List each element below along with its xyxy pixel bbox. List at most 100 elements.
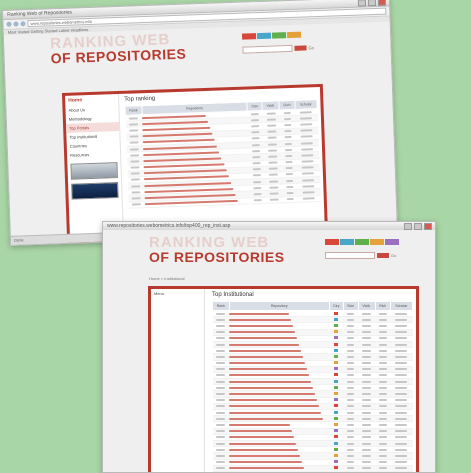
cell-value-placeholder	[362, 417, 372, 420]
repository-link[interactable]	[229, 465, 330, 472]
cell-value-placeholder	[131, 166, 140, 169]
flag-icon	[334, 416, 339, 420]
search-button[interactable]	[294, 45, 307, 51]
ranking-table: Rank Repository Ctry Size Visib. Rich Sc…	[212, 301, 414, 472]
table-cell	[343, 465, 358, 472]
search-button[interactable]	[377, 253, 389, 258]
cell-value-placeholder	[267, 136, 277, 140]
page-content: RANKING WEB OF REPOSITORIES Go Home > In…	[103, 230, 435, 472]
cell-value-placeholder	[362, 374, 372, 377]
cell-value-placeholder	[285, 167, 294, 170]
sidebar-item-resources[interactable]: Resources	[67, 149, 120, 160]
cell-value-placeholder	[346, 393, 355, 396]
col-country[interactable]: Ctry	[328, 301, 344, 311]
nav-tab[interactable]	[370, 239, 384, 245]
col-visibility[interactable]: Visib.	[357, 301, 376, 311]
breadcrumb[interactable]: Home > Institutional	[149, 276, 184, 281]
site-logo[interactable]: RANKING WEB OF REPOSITORIES	[149, 235, 285, 264]
cell-value-placeholder	[301, 154, 314, 157]
table-cell	[265, 196, 283, 204]
cell-value-placeholder	[395, 374, 408, 377]
cell-value-placeholder	[362, 368, 372, 371]
cell-value-placeholder	[378, 355, 387, 358]
nav-tab[interactable]	[355, 239, 369, 245]
cell-value-placeholder	[378, 331, 387, 334]
cell-value-placeholder	[252, 137, 260, 140]
nav-tab[interactable]	[241, 33, 257, 40]
cell-value-placeholder	[346, 386, 355, 389]
search-input[interactable]	[242, 44, 293, 54]
back-icon[interactable]	[6, 21, 12, 27]
maximize-button[interactable]	[367, 0, 377, 7]
reload-icon[interactable]	[20, 21, 26, 27]
table-cell	[297, 195, 321, 203]
window-controls[interactable]	[404, 223, 432, 230]
close-button[interactable]	[377, 0, 387, 6]
cell-value-placeholder	[346, 312, 355, 315]
cell-value-placeholder	[362, 411, 372, 414]
flag-icon	[334, 447, 339, 451]
col-scholar[interactable]: Scholar	[389, 301, 414, 311]
cell-value-placeholder	[302, 178, 315, 182]
cell-value-placeholder	[346, 405, 355, 408]
cell-value-placeholder	[346, 343, 355, 346]
flag-icon	[334, 398, 339, 402]
minimize-button[interactable]	[357, 0, 367, 7]
cell-value-placeholder	[362, 454, 372, 457]
cell-value-placeholder	[346, 399, 355, 402]
cell-value-placeholder	[216, 331, 226, 334]
cell-value-placeholder	[299, 110, 313, 114]
col-repository[interactable]: Repository	[228, 301, 330, 311]
nav-tab[interactable]	[271, 32, 287, 39]
cell-value-placeholder	[131, 172, 141, 175]
nav-tab[interactable]	[325, 239, 339, 245]
sidebar-menu-label[interactable]: Menu	[151, 289, 204, 298]
cell-value-placeholder	[362, 461, 372, 464]
cell-value-placeholder	[216, 454, 226, 457]
browser-window-back[interactable]: Ranking Web of Repositories www.reposito…	[2, 0, 398, 246]
cell-value-placeholder	[216, 312, 226, 315]
cell-value-placeholder	[362, 467, 372, 470]
nav-tab[interactable]	[385, 239, 399, 245]
nav-tab[interactable]	[256, 32, 272, 40]
cell-value-placeholder	[378, 454, 387, 457]
forward-icon[interactable]	[13, 21, 19, 27]
minimize-button[interactable]	[404, 223, 412, 230]
cell-value-placeholder	[302, 185, 315, 188]
cell-value-placeholder	[216, 467, 226, 470]
col-size[interactable]: Size	[342, 301, 359, 311]
cell-value-placeholder	[362, 362, 372, 365]
col-rank[interactable]: Rank	[212, 301, 230, 311]
nav-tab[interactable]	[286, 31, 302, 39]
maximize-button[interactable]	[414, 223, 422, 230]
site-logo[interactable]: RANKING WEB OF REPOSITORIES	[50, 31, 187, 66]
cell-value-placeholder	[395, 355, 408, 358]
table-row[interactable]	[212, 465, 413, 472]
cell-value-placeholder	[129, 116, 139, 120]
cell-value-placeholder	[395, 423, 408, 426]
nav-tab[interactable]	[340, 239, 354, 245]
cell-value-placeholder	[346, 417, 355, 420]
cell-value-placeholder	[216, 405, 226, 408]
close-button[interactable]	[424, 223, 432, 230]
table-cell	[375, 465, 391, 472]
cell-value-placeholder	[378, 448, 387, 451]
cell-value-placeholder	[216, 362, 226, 365]
cell-value-placeholder	[283, 111, 292, 114]
cell-value-placeholder	[362, 337, 372, 340]
search-input[interactable]	[325, 252, 375, 259]
nav-tabs[interactable]	[325, 239, 399, 245]
cell-value-placeholder	[252, 155, 261, 159]
cell-value-placeholder	[285, 161, 293, 164]
content-area: Top Institutional Rank Repository Ctry S…	[209, 289, 416, 472]
cell-value-placeholder	[216, 368, 226, 371]
cell-value-placeholder	[284, 154, 293, 158]
cell-value-placeholder	[129, 135, 139, 138]
address-text[interactable]: www.repositories.webometrics.info/top400…	[107, 222, 230, 230]
flag-icon	[334, 385, 339, 389]
flag-icon	[334, 392, 339, 396]
browser-window-front[interactable]: www.repositories.webometrics.info/top400…	[102, 221, 436, 473]
nav-tabs[interactable]	[241, 31, 302, 40]
col-rich[interactable]: Rich	[374, 301, 391, 311]
window-controls[interactable]	[357, 0, 387, 7]
